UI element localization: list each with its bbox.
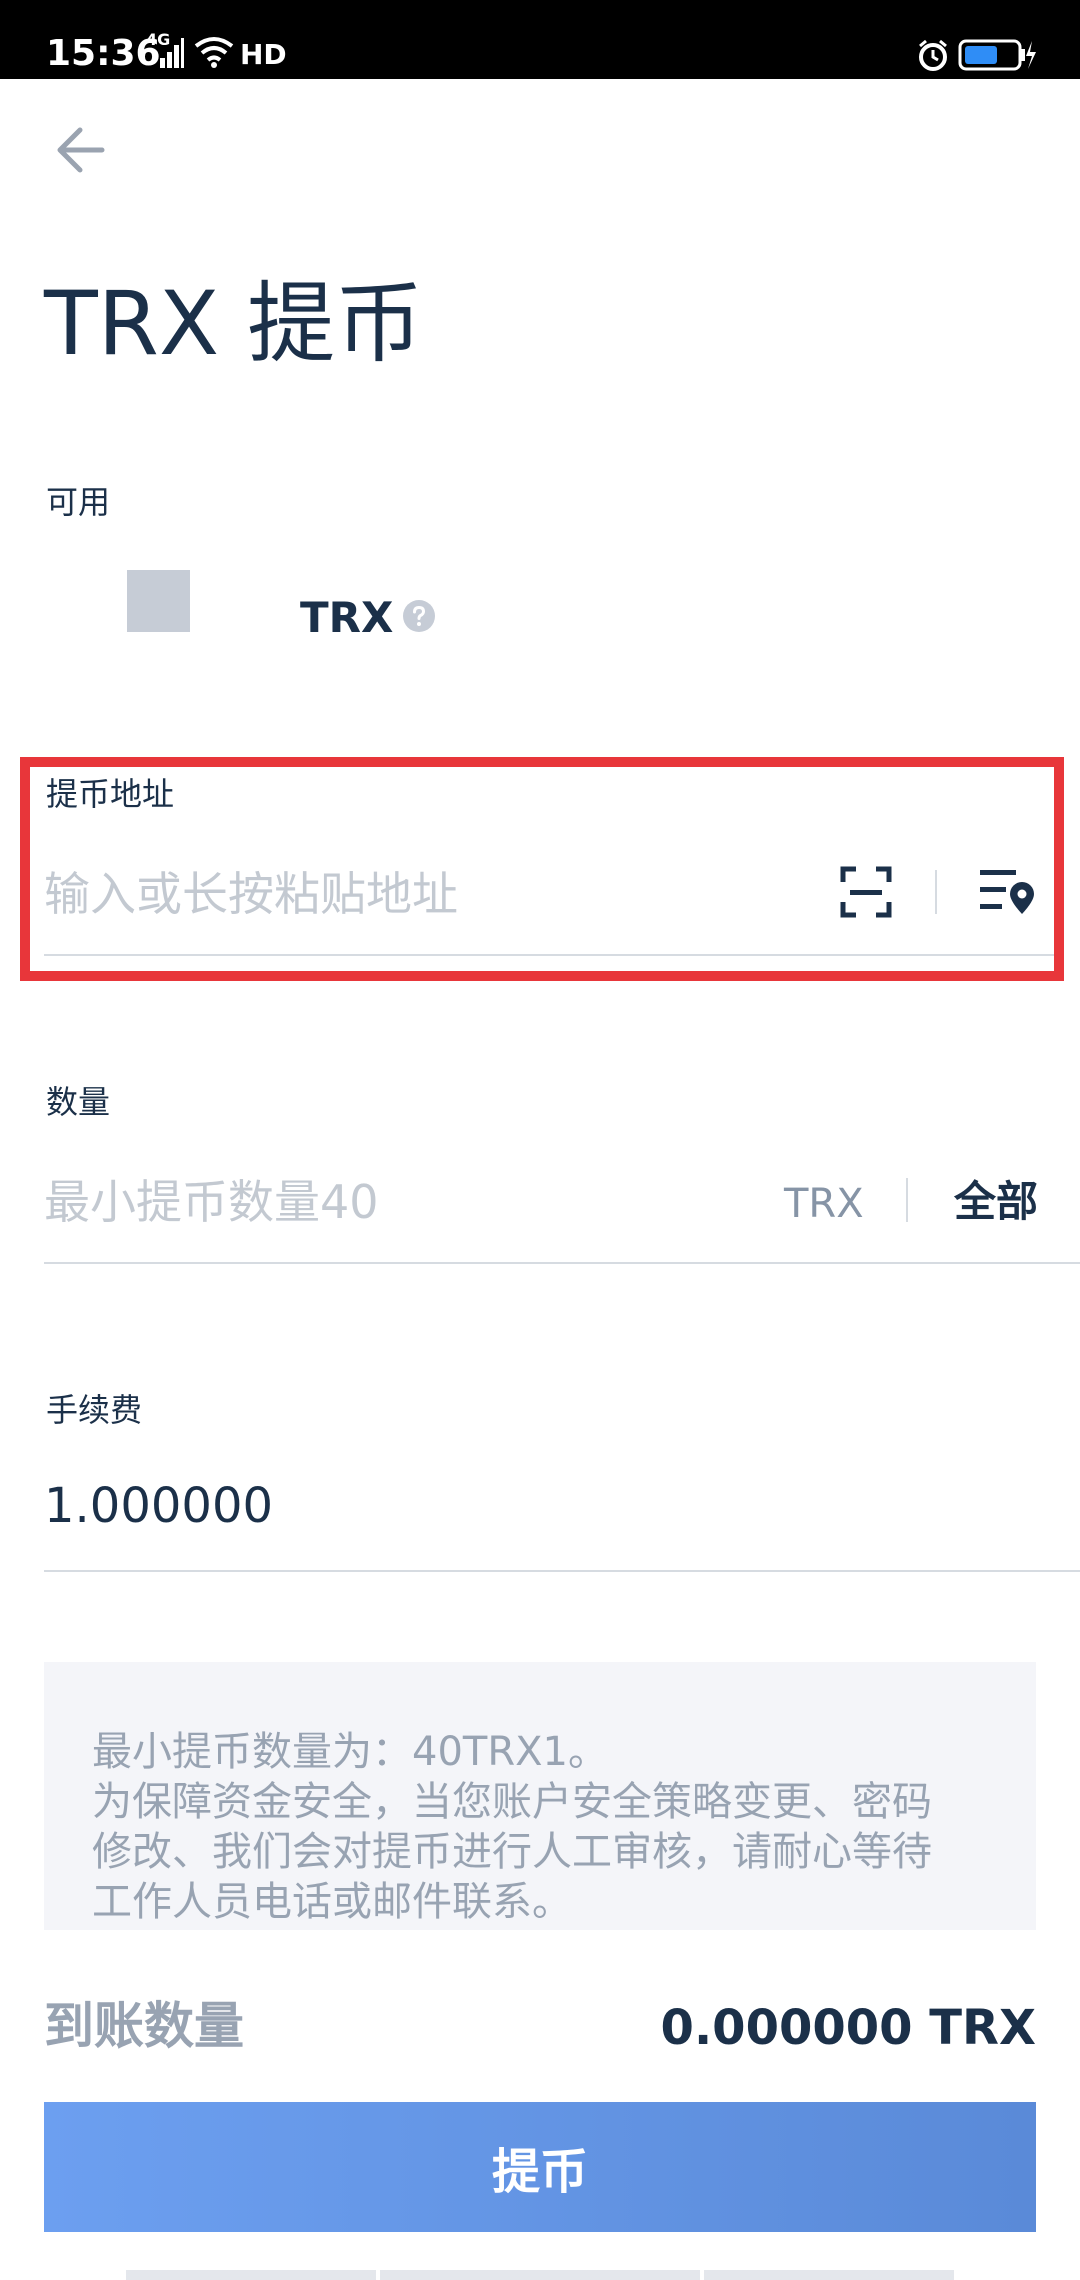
withdraw-all-button[interactable]: 全部 [954,1178,1038,1226]
page-title: TRX 提币 [44,272,424,375]
withdraw-submit-button[interactable]: 提币 [44,2102,1036,2232]
withdraw-notice: 最小提币数量为：40TRX1。 为保障资金安全，当您账户安全策略变更、密码 修改… [44,1662,1036,1930]
receive-amount-value: 0.000000 TRX [660,2000,1036,2056]
notice-line: 最小提币数量为：40TRX1。 [92,1729,608,1775]
bottom-edge-segment [126,2270,376,2280]
address-label: 提币地址 [46,775,175,813]
notice-line: 工作人员电话或邮件联系。 [92,1879,572,1925]
available-balance-placeholder [127,570,190,632]
status-bar: 15:36 4G HD [0,0,1080,79]
address-actions-divider [935,870,937,914]
fee-value: 1.000000 [44,1478,274,1534]
amount-underline [44,1262,1080,1264]
receive-amount-label: 到账数量 [44,1997,244,2055]
amount-unit: TRX [784,1181,864,1227]
amount-input[interactable]: 最小提币数量40 [44,1174,744,1230]
help-icon[interactable] [402,599,436,633]
address-input[interactable]: 输入或长按粘贴地址 [44,866,804,922]
alarm-icon [919,39,947,71]
bottom-edge-segment [380,2270,700,2280]
scan-qr-icon[interactable] [840,866,892,918]
notice-line: 为保障资金安全，当您账户安全策略变更、密码 [92,1779,932,1825]
hd-badge: HD [240,38,287,71]
address-underline [44,954,1054,956]
signal-icon [160,38,184,68]
battery-icon [958,39,1036,71]
amount-label: 数量 [46,1083,111,1121]
fee-underline [44,1570,1080,1572]
available-label: 可用 [46,483,111,521]
notice-line: 修改、我们会对提币进行人工审核，请耐心等待 [92,1829,932,1875]
back-arrow-icon[interactable] [52,118,116,182]
address-book-icon[interactable] [980,868,1036,918]
wifi-icon [194,37,234,68]
fee-label: 手续费 [46,1391,143,1429]
bottom-edge-segment [704,2270,954,2280]
amount-divider [906,1178,908,1222]
available-unit: TRX [300,593,394,642]
status-time: 15:36 [46,33,161,74]
